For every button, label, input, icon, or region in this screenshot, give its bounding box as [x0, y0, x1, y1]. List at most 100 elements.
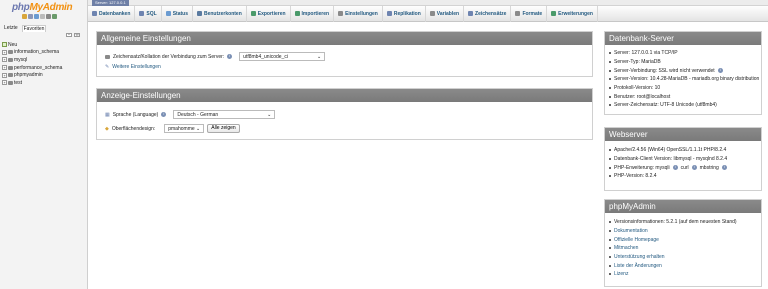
- tab-replikation[interactable]: Replikation: [383, 5, 426, 22]
- database-server-panel: Datenbank-Server Server: 127.0.0.1 via T…: [604, 31, 762, 115]
- database-tree: Neu + information_schema + mysql + perfo…: [2, 41, 62, 87]
- database-icon: [8, 73, 13, 78]
- engines-icon: [515, 11, 521, 16]
- homepage-link[interactable]: Offizielle Homepage: [609, 235, 665, 244]
- panel-title: Datenbank-Server: [605, 32, 761, 45]
- collation-icon: [105, 54, 110, 59]
- wrench-icon: ✎: [105, 64, 110, 70]
- help-icon[interactable]: [34, 14, 39, 19]
- tab-formate[interactable]: Formate: [511, 5, 548, 22]
- link-icon[interactable]: ∞: [74, 33, 80, 37]
- tree-item-performance-schema[interactable]: + performance_schema: [2, 64, 62, 72]
- export-icon: [250, 11, 256, 16]
- webserver-info-list: Apache/2.4.56 (Win64) OpenSSL/1.1.1t PHP…: [609, 146, 727, 181]
- tree-item-mysql[interactable]: + mysql: [2, 56, 62, 64]
- phpmyadmin-logo[interactable]: phpMyAdmin: [12, 2, 73, 13]
- version-info: Versionsinformationen: 5.2.1 (auf dem ne…: [609, 218, 737, 227]
- info-icon[interactable]: i: [161, 112, 167, 117]
- list-item: Datenbank-Client Version: libmysql - mys…: [609, 155, 727, 164]
- database-icon: [8, 50, 13, 55]
- navigation-sidebar: phpMyAdmin Letzte Favoriten − ∞ Neu + in…: [0, 0, 88, 289]
- panel-title: phpMyAdmin: [605, 200, 761, 213]
- collapse-all-icon[interactable]: −: [66, 33, 72, 37]
- settings-icon[interactable]: [46, 14, 51, 19]
- webserver-panel: Webserver Apache/2.4.56 (Win64) OpenSSL/…: [604, 127, 762, 191]
- database-icon: [8, 80, 13, 85]
- expand-icon[interactable]: +: [2, 65, 7, 71]
- tree-controls: − ∞: [66, 33, 80, 37]
- settings-icon: [338, 11, 344, 16]
- tab-sql[interactable]: SQL: [135, 5, 162, 22]
- license-link[interactable]: Lizenz: [609, 270, 665, 279]
- info-icon[interactable]: i: [717, 68, 723, 74]
- info-icon[interactable]: i: [227, 54, 233, 59]
- docs-icon[interactable]: [40, 14, 45, 19]
- tree-item-test[interactable]: + test: [2, 79, 62, 87]
- tab-recent[interactable]: Letzte: [3, 25, 19, 32]
- tab-exportieren[interactable]: Exportieren: [247, 5, 291, 22]
- theme-icon: ◆: [105, 125, 109, 132]
- documentation-link[interactable]: Dokumentation: [609, 227, 665, 236]
- panel-title: Webserver: [605, 128, 761, 141]
- collation-label: Zeichensatz/Kollation der Verbindung zum…: [113, 53, 225, 60]
- info-icon[interactable]: i: [721, 165, 727, 171]
- tree-item-phpmyadmin[interactable]: + phpmyadmin: [2, 71, 62, 79]
- expand-icon[interactable]: +: [2, 57, 7, 63]
- panel-title: Allgemeine Einstellungen: [97, 32, 592, 45]
- new-icon: [2, 42, 7, 48]
- tab-datenbanken[interactable]: Datenbanken: [88, 5, 136, 22]
- charsets-icon: [468, 11, 474, 16]
- database-icon: [8, 57, 13, 62]
- database-icon: [8, 65, 13, 70]
- info-icon[interactable]: i: [672, 165, 678, 171]
- expand-icon[interactable]: +: [2, 80, 7, 86]
- general-settings-panel: Allgemeine Einstellungen Zeichensatz/Kol…: [96, 31, 593, 77]
- databases-icon: [92, 11, 97, 16]
- chevron-down-icon: ⌄: [316, 53, 322, 60]
- reload-icon[interactable]: [52, 14, 57, 19]
- quick-access-icons: [22, 14, 57, 19]
- expand-icon[interactable]: +: [2, 49, 7, 55]
- theme-select[interactable]: pmahomme ⌄: [164, 124, 205, 133]
- tab-erweiterungen[interactable]: Erweiterungen: [547, 5, 598, 22]
- tree-item-new[interactable]: Neu: [2, 41, 62, 49]
- sql-icon: [139, 11, 145, 16]
- more-settings-link[interactable]: Weitere Einstellungen: [112, 64, 161, 70]
- tree-item-information-schema[interactable]: + information_schema: [2, 49, 62, 57]
- tab-status[interactable]: Status: [162, 5, 193, 22]
- phpmyadmin-panel: phpMyAdmin Versionsinformationen: 5.2.1 …: [604, 199, 762, 287]
- list-item: PHP-Version: 8.2.4: [609, 172, 727, 181]
- list-item: Server: 127.0.0.1 via TCP/IP: [609, 49, 759, 58]
- home-icon[interactable]: [22, 14, 27, 19]
- theme-label: Oberflächendesign:: [111, 125, 156, 132]
- contribute-link[interactable]: Mitmachen: [609, 244, 665, 253]
- expand-icon[interactable]: +: [2, 72, 7, 78]
- tab-favorites[interactable]: Favoriten: [21, 25, 47, 32]
- tab-zeichens-tze[interactable]: Zeichensätze: [464, 5, 512, 22]
- appearance-settings-panel: Anzeige-Einstellungen ▦ Sprache (Languag…: [96, 88, 593, 140]
- replication-icon: [386, 11, 392, 16]
- support-link[interactable]: Unterstützung erhalten: [609, 253, 665, 262]
- tab-variablen[interactable]: Variablen: [426, 5, 465, 22]
- list-item: Apache/2.4.56 (Win64) OpenSSL/1.1.1t PHP…: [609, 146, 727, 155]
- show-all-themes-button[interactable]: Alle zeigen: [207, 124, 240, 133]
- tab-einstellungen[interactable]: Einstellungen: [334, 5, 383, 22]
- list-item: Server-Verbindung: SSL wird nicht verwen…: [609, 66, 759, 75]
- tab-benutzerkonten[interactable]: Benutzerkonten: [193, 5, 247, 22]
- chevron-down-icon: ⌄: [267, 111, 272, 118]
- list-item: PHP-Erweiterung: mysqli i curl i mbstrin…: [609, 163, 727, 172]
- logout-icon[interactable]: [28, 14, 33, 19]
- status-icon: [165, 11, 171, 16]
- users-icon: [196, 11, 202, 16]
- sidebar-tabs: Letzte Favoriten: [3, 25, 47, 32]
- collation-select[interactable]: utf8mb4_unicode_ci ⌄: [239, 52, 326, 61]
- import-icon: [294, 11, 300, 16]
- tab-importieren[interactable]: Importieren: [291, 5, 335, 22]
- info-icon[interactable]: i: [691, 165, 697, 171]
- top-menu: Datenbanken SQL Status Benutzerkonten Export…: [88, 5, 768, 22]
- dbserver-info-list: Server: 127.0.0.1 via TCP/IP Server-Typ:…: [609, 49, 759, 110]
- language-select[interactable]: Deutsch - German ⌄: [173, 110, 276, 119]
- chevron-down-icon: ⌄: [196, 125, 201, 132]
- changelog-link[interactable]: Liste der Änderungen: [609, 261, 665, 270]
- pma-version-list: Versionsinformationen: 5.2.1 (auf dem ne…: [609, 218, 737, 227]
